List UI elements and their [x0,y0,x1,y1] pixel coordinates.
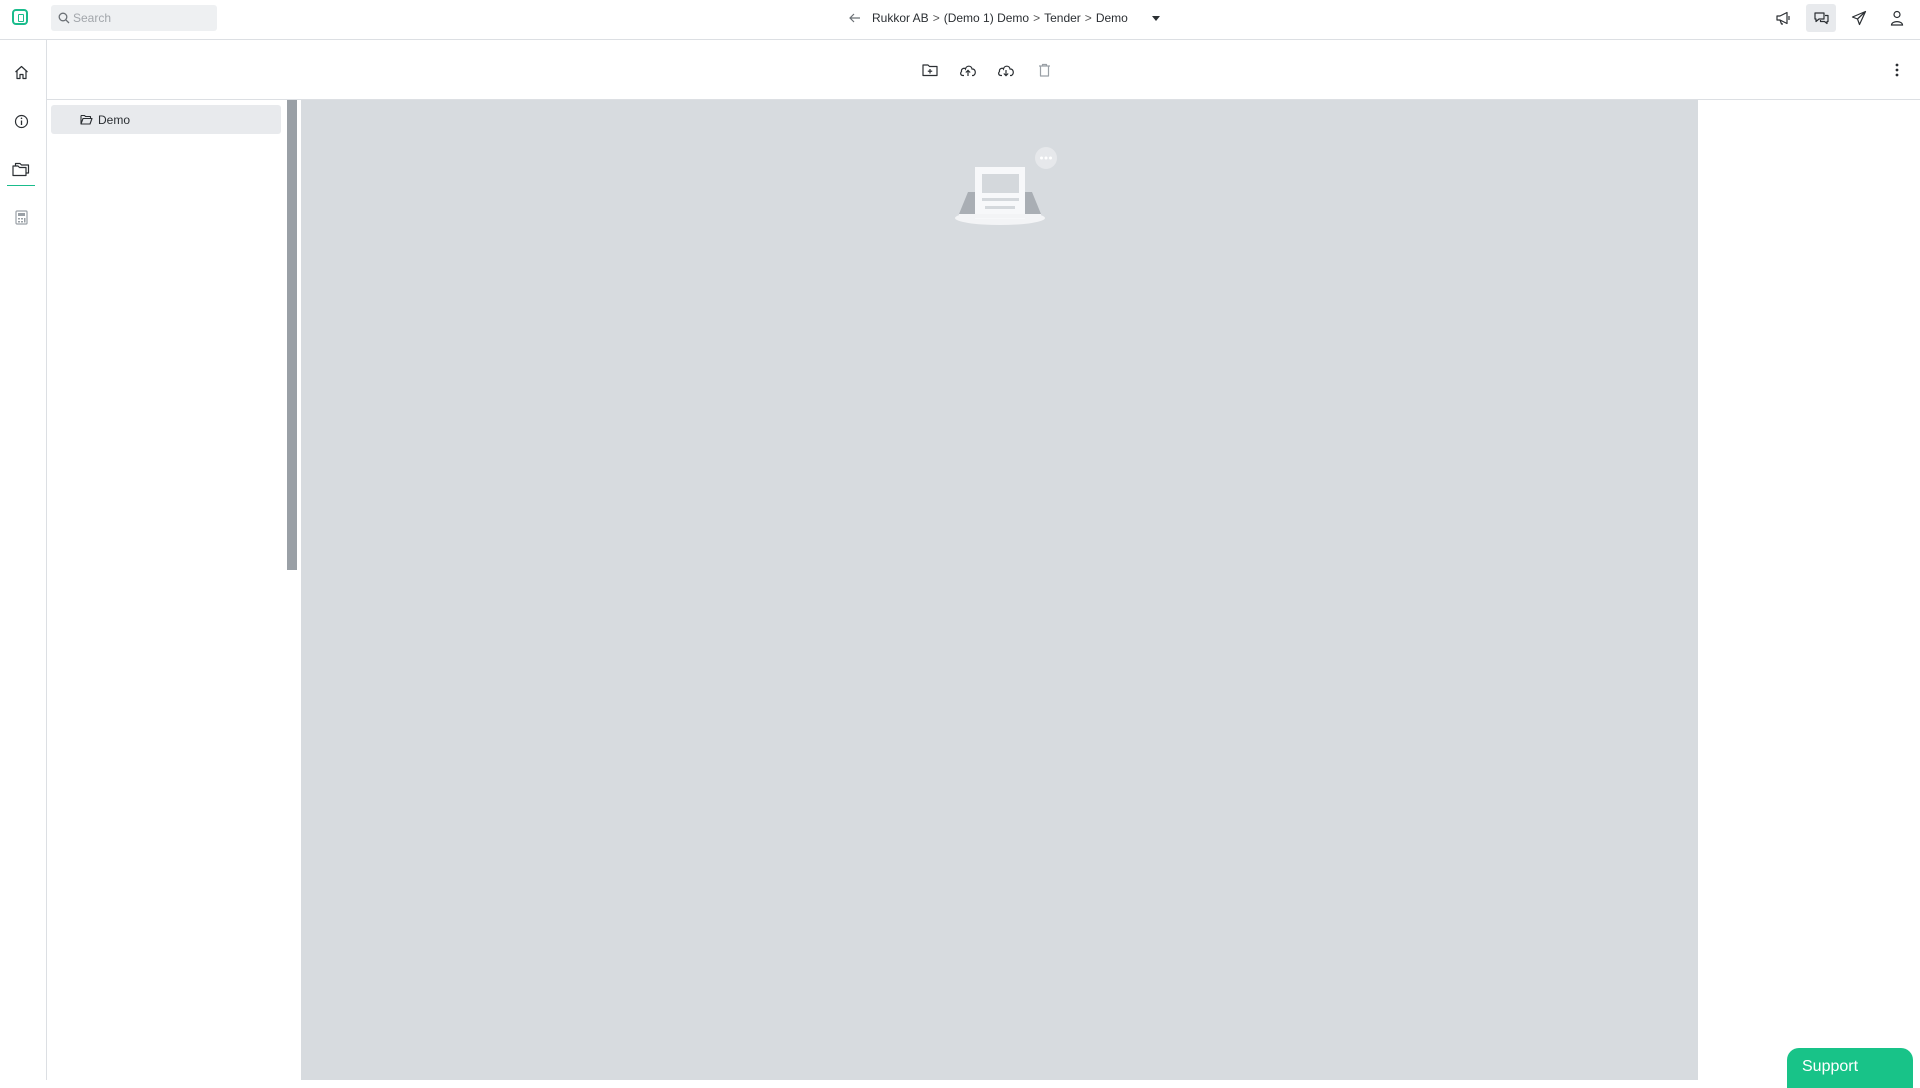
back-arrow-icon[interactable] [846,9,864,27]
breadcrumb-dropdown-icon[interactable] [1151,15,1160,21]
empty-folder-illustration [955,147,1057,225]
support-button[interactable]: Support [1787,1048,1913,1088]
folder-tree: Demo [47,100,297,1080]
top-actions [1768,4,1920,32]
more-vertical-icon[interactable] [1886,59,1908,81]
search-box[interactable] [51,5,217,31]
new-folder-icon[interactable] [919,59,941,81]
trash-icon[interactable] [1033,59,1055,81]
chat-icon[interactable] [1806,4,1836,32]
file-content-area [301,100,1698,1080]
breadcrumb-item[interactable]: Rukkor AB [872,11,929,25]
file-toolbar [47,40,1920,100]
info-icon[interactable] [8,108,34,134]
megaphone-icon[interactable] [1768,4,1798,32]
search-input[interactable] [73,8,209,28]
breadcrumb-item[interactable]: (Demo 1) Demo [944,11,1029,25]
tree-item-label: Demo [98,112,131,127]
breadcrumb-separator: > [1033,11,1041,25]
calculator-icon[interactable] [8,204,34,230]
folder-open-icon [80,114,93,125]
download-icon[interactable] [995,59,1017,81]
toolbar-tools [919,59,1071,81]
breadcrumb-item[interactable]: Tender [1044,11,1081,25]
upload-icon[interactable] [957,59,979,81]
search-icon [58,12,70,24]
left-rail [0,40,47,1080]
breadcrumb-separator: > [1084,11,1092,25]
user-icon[interactable] [1882,4,1912,32]
top-bar: Rukkor AB > (Demo 1) Demo > Tender > Dem… [0,0,1920,40]
right-pane [1698,100,1920,1080]
breadcrumb: Rukkor AB > (Demo 1) Demo > Tender > Dem… [846,9,1160,27]
breadcrumb-item[interactable]: Demo [1096,11,1128,25]
breadcrumb-separator: > [932,11,940,25]
folders-icon[interactable] [7,156,35,186]
tree-scrollbar[interactable] [287,100,297,570]
app-logo-icon[interactable] [12,9,28,25]
tree-item-demo[interactable]: Demo [51,105,281,134]
send-icon[interactable] [1844,4,1874,32]
home-icon[interactable] [8,59,34,85]
